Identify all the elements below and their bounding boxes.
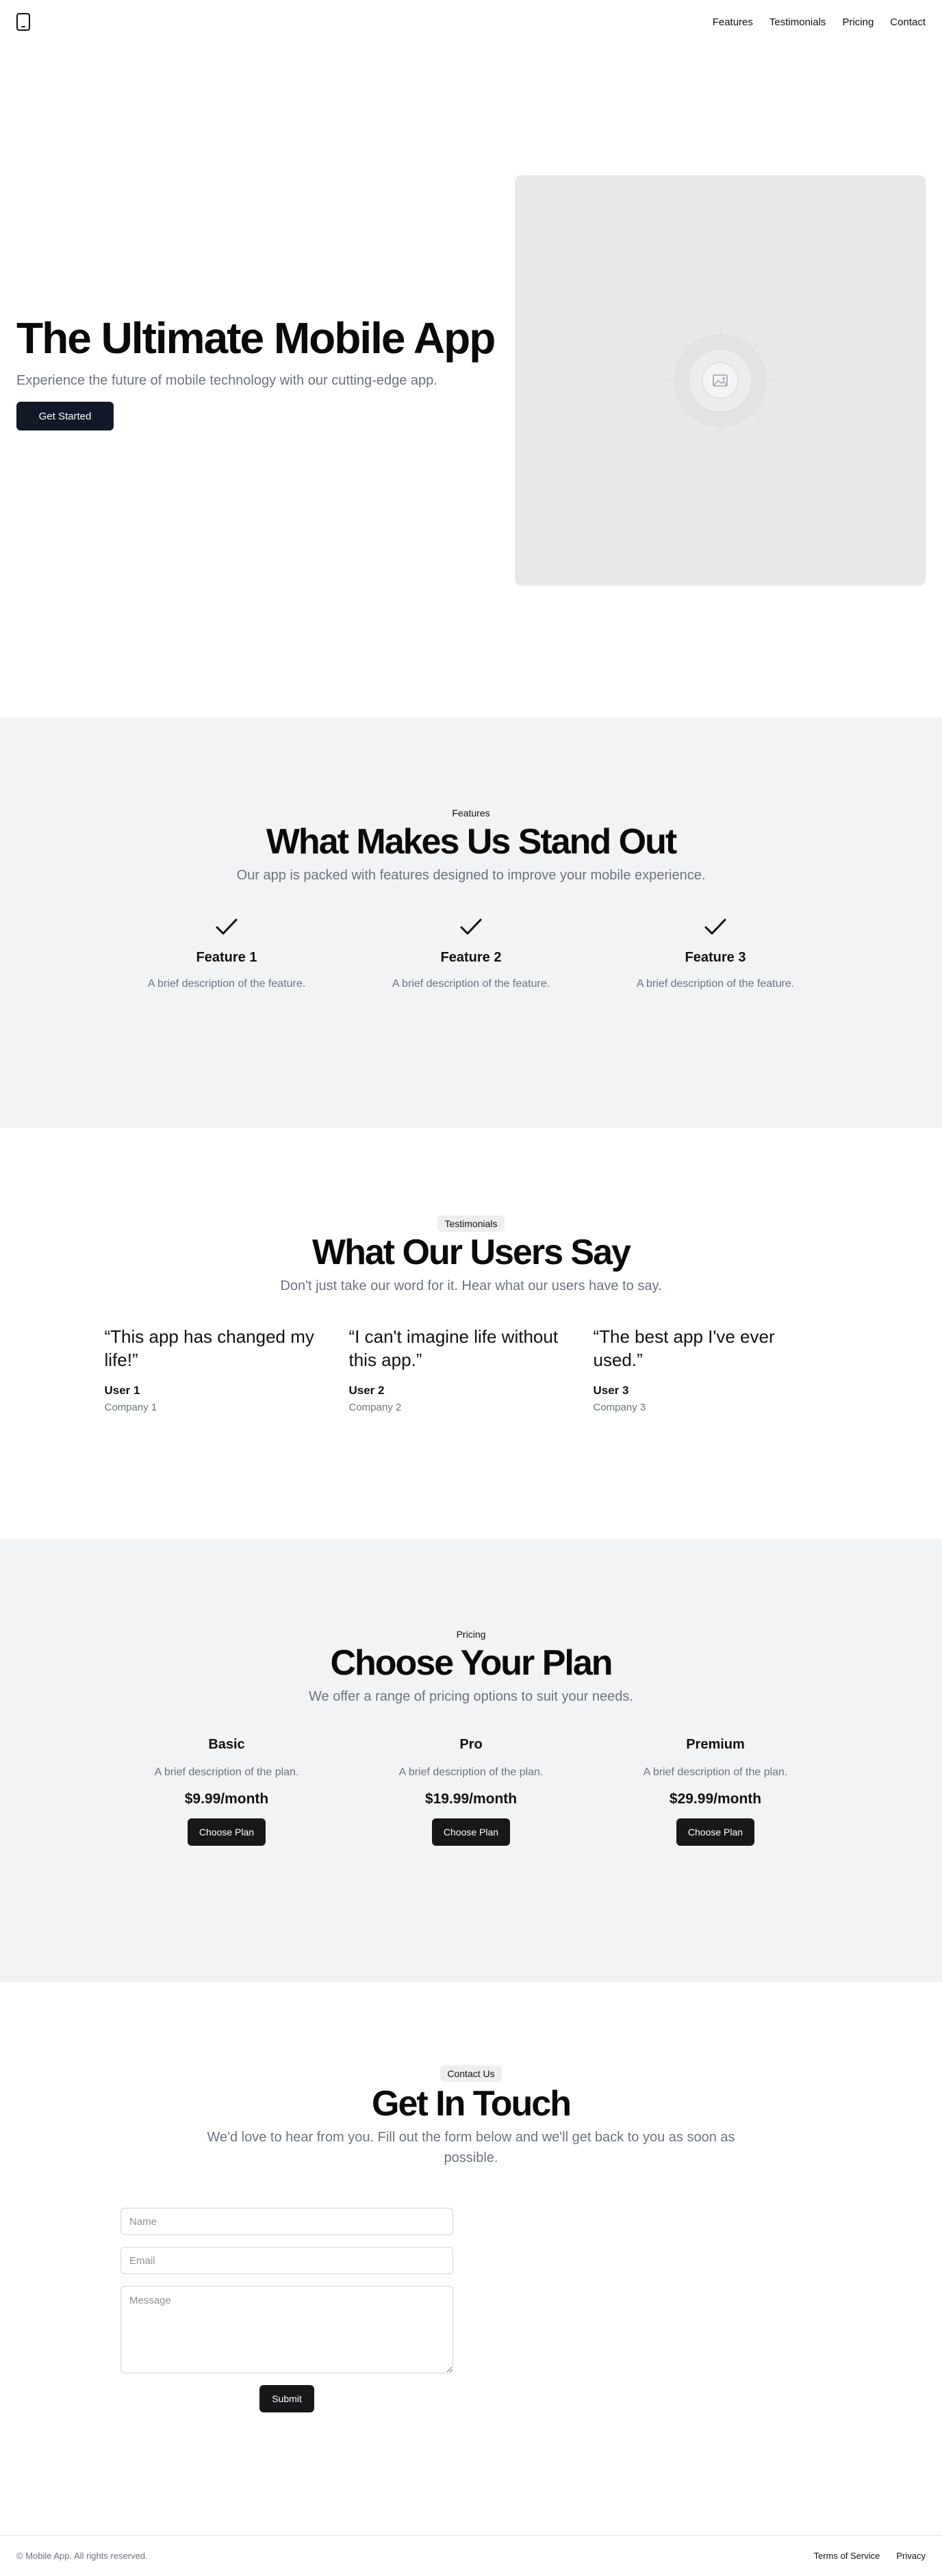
contact-section: Contact Us Get In Touch We'd love to hea… [0,1982,942,2535]
plan-name: Premium [686,1737,745,1752]
feature-grid: Feature 1 A brief description of the fea… [104,913,838,990]
choose-plan-pro-button[interactable]: Choose Plan [432,1818,510,1846]
plan-name: Pro [459,1737,483,1752]
testimonial-quote: “I can't imagine life without this app.” [348,1326,559,1370]
main-nav: Features Testimonials Pricing Contact [713,16,926,28]
contact-eyebrow: Contact Us [440,2065,502,2082]
plan-card: Pro A brief description of the plan. $19… [349,1737,594,1846]
name-input[interactable] [120,2208,453,2235]
plan-description: A brief description of the plan. [154,1766,299,1778]
feature-card: Feature 3 A brief description of the fea… [594,913,838,990]
hero-subtitle: Experience the future of mobile technolo… [16,373,437,389]
check-icon [216,918,238,935]
testimonials-title: What Our Users Say [312,1233,631,1272]
privacy-link[interactable]: Privacy [896,2551,926,2561]
feature-description: A brief description of the feature. [636,978,795,990]
check-icon [704,918,726,935]
footer-links: Terms of Service Privacy [814,2551,926,2561]
pricing-grid: Basic A brief description of the plan. $… [104,1737,838,1846]
testimonial-company: Company 2 [348,1402,402,1413]
contact-subtitle: We'd love to hear from you. Fill out the… [207,2130,735,2165]
feature-description: A brief description of the feature. [392,978,550,990]
testimonial-card: “The best app I've ever used.” User 3 Co… [594,1325,838,1413]
submit-button[interactable]: Submit [259,2385,314,2412]
hero-section: The Ultimate Mobile App Experience the f… [0,44,942,717]
check-icon [460,918,482,935]
testimonial-grid: “This app has changed my life!” User 1 C… [104,1325,838,1413]
testimonial-card: “I can't imagine life without this app.”… [349,1325,594,1413]
nav-testimonials-link[interactable]: Testimonials [769,16,826,28]
pricing-section: Pricing Choose Your Plan We offer a rang… [0,1538,942,1982]
site-header: Features Testimonials Pricing Contact [0,0,942,44]
pricing-title: Choose Your Plan [330,1643,613,1683]
testimonial-author: User 1 [104,1384,140,1397]
testimonial-author: User 3 [593,1384,629,1397]
testimonials-subtitle: Don't just take our word for it. Hear wh… [280,1278,662,1293]
message-textarea[interactable] [120,2286,453,2373]
testimonial-quote: “This app has changed my life!” [104,1326,314,1370]
features-eyebrow: Features [452,808,490,819]
submit-wrap: Submit [120,2385,453,2412]
features-section: Features What Makes Us Stand Out Our app… [0,717,942,1128]
nav-pricing-link[interactable]: Pricing [842,16,874,28]
get-started-button[interactable]: Get Started [16,402,114,431]
plan-description: A brief description of the plan. [643,1766,788,1778]
terms-link[interactable]: Terms of Service [814,2551,880,2561]
phone-logo-icon[interactable] [16,13,30,31]
site-footer: © Mobile App. All rights reserved. Terms… [0,2535,942,2576]
feature-title: Feature 1 [196,950,257,965]
plan-price: $19.99/month [424,1791,518,1807]
email-input[interactable] [120,2247,453,2274]
plan-card: Premium A brief description of the plan.… [594,1737,838,1846]
testimonial-card: “This app has changed my life!” User 1 C… [105,1325,349,1413]
feature-card: Feature 2 A brief description of the fea… [349,913,594,990]
plan-price: $29.99/month [669,1791,762,1807]
hero-text: The Ultimate Mobile App Experience the f… [16,313,496,431]
image-placeholder-icon [665,326,775,435]
feature-title: Feature 3 [685,950,746,965]
features-subtitle: Our app is packed with features designed… [236,868,706,883]
nav-contact-link[interactable]: Contact [890,16,926,28]
testimonial-company: Company 3 [593,1402,646,1413]
choose-plan-premium-button[interactable]: Choose Plan [676,1818,754,1846]
nav-features-link[interactable]: Features [713,16,753,28]
plan-description: A brief description of the plan. [398,1766,544,1778]
plan-name: Basic [208,1737,245,1752]
choose-plan-basic-button[interactable]: Choose Plan [188,1818,266,1846]
feature-title: Feature 2 [440,950,502,965]
hero-title: The Ultimate Mobile App [16,313,496,363]
hero-image-placeholder [515,175,926,586]
copyright-text: © Mobile App. All rights reserved. [16,2551,148,2561]
testimonials-section: Testimonials What Our Users Say Don't ju… [0,1128,942,1538]
contact-title: Get In Touch [372,2084,572,2124]
pricing-subtitle: We offer a range of pricing options to s… [309,1689,633,1704]
testimonials-eyebrow: Testimonials [437,1215,505,1232]
testimonial-quote: “The best app I've ever used.” [593,1326,775,1370]
plan-price: $9.99/month [184,1791,269,1807]
features-title: What Makes Us Stand Out [266,822,677,862]
testimonial-author: User 2 [348,1384,385,1397]
feature-card: Feature 1 A brief description of the fea… [105,913,349,990]
feature-description: A brief description of the feature. [147,978,306,990]
contact-form: Submit [120,2208,453,2412]
testimonial-company: Company 1 [104,1402,157,1413]
pricing-eyebrow: Pricing [456,1629,486,1640]
plan-card: Basic A brief description of the plan. $… [105,1737,349,1846]
